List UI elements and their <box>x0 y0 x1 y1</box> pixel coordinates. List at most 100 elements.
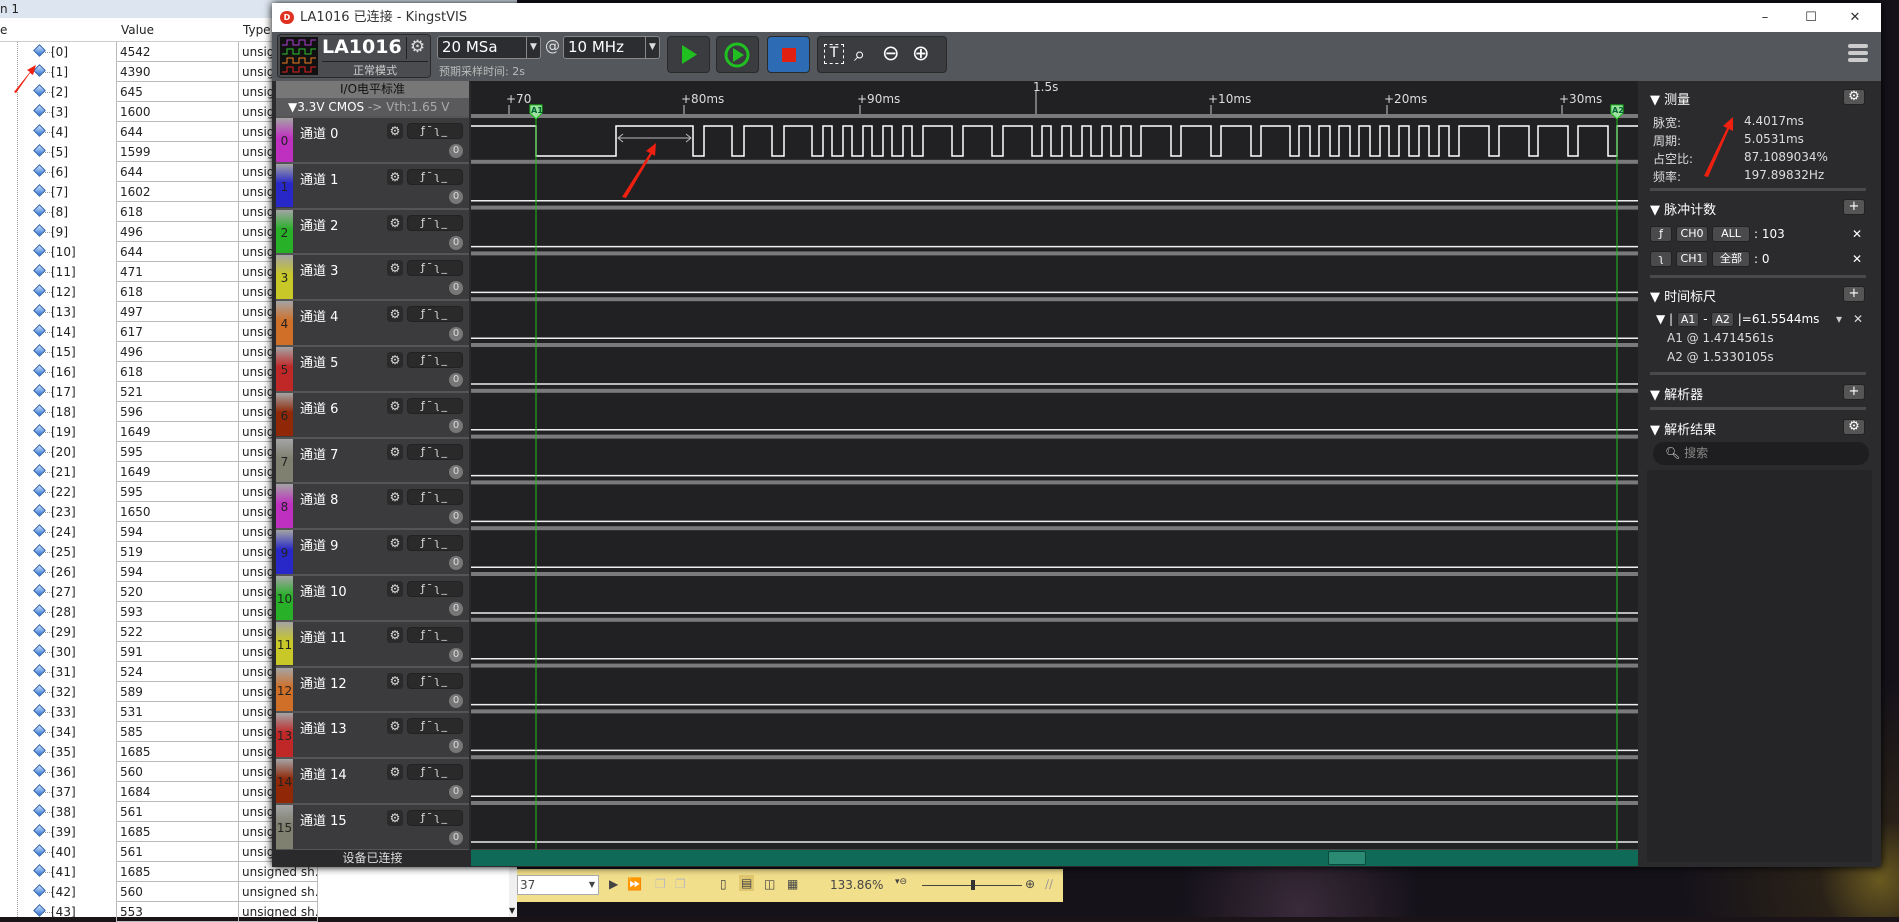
start-button[interactable] <box>667 36 710 73</box>
channel-settings-gear-icon[interactable]: ⚙ <box>387 443 403 460</box>
zoom-in-icon[interactable]: ⊕ <box>1025 877 1035 891</box>
trigger-selector[interactable]: ƒ¯ʅ_ <box>407 581 463 597</box>
zoom-dropdown-icon[interactable]: ▾⊖ <box>895 877 907 887</box>
channel-row[interactable]: 5 通道 5 ⚙ ƒ¯ʅ_ 0 <box>276 345 469 391</box>
channel-settings-gear-icon[interactable]: ⚙ <box>387 397 403 414</box>
scroll-down-arrow-icon[interactable]: ▼ <box>509 906 515 915</box>
trigger-selector[interactable]: ƒ¯ʅ_ <box>407 214 463 231</box>
hamburger-menu-button[interactable] <box>1848 44 1868 62</box>
page-input[interactable]: 37 ▼ <box>517 875 599 895</box>
channel-row[interactable]: 0 通道 0 ⚙ ƒ¯ʅ_ 0 <box>276 116 469 162</box>
trigger-selector[interactable]: ƒ¯ʅ_ <box>407 489 463 506</box>
channel-settings-gear-icon[interactable]: ⚙ <box>387 260 403 277</box>
rising-edge-icon[interactable]: ƒ <box>1650 226 1672 242</box>
add-time-ruler-button[interactable]: + <box>1843 286 1865 302</box>
trigger-selector[interactable]: ƒ¯ʅ_ <box>407 810 463 826</box>
channel-settings-gear-icon[interactable]: ⚙ <box>387 214 403 231</box>
stop-button[interactable] <box>767 36 810 73</box>
zoom-in-icon[interactable]: ⊕ <box>912 41 930 65</box>
paste-icon[interactable]: ❐ <box>675 877 686 891</box>
channel-name[interactable]: 通道 13 <box>300 718 347 737</box>
scrollbar-thumb[interactable] <box>1328 851 1366 865</box>
scope-select[interactable]: 全部 <box>1712 251 1750 267</box>
channel-row[interactable]: 12 通道 12 ⚙ ƒ¯ʅ_ 0 <box>276 665 469 712</box>
channel-row[interactable]: 13 通道 13 ⚙ ƒ¯ʅ_ 0 <box>276 711 469 757</box>
channel-row[interactable]: 4 通道 4 ⚙ ƒ¯ʅ_ 0 <box>276 299 469 345</box>
sample-rate-select[interactable]: 10 MHz ▼ <box>563 36 660 59</box>
channel-row[interactable]: 2 通道 2 ⚙ ƒ¯ʅ_ 0 <box>276 207 469 254</box>
channel-row[interactable]: 15 通道 15 ⚙ ƒ¯ʅ_ 0 <box>276 803 469 849</box>
io-standard-select[interactable]: ▼3.3V CMOS -> Vth:1.65 V <box>276 98 469 116</box>
trigger-selector[interactable]: ƒ¯ʅ_ <box>407 352 463 368</box>
continuous-page-icon[interactable]: ▤ <box>739 875 755 891</box>
channel-row[interactable]: 11 通道 11 ⚙ ƒ¯ʅ_ 0 <box>276 619 469 666</box>
channel-name[interactable]: 通道 12 <box>300 673 347 692</box>
search-input[interactable]: 🔍︎ 搜索 <box>1653 442 1869 465</box>
next-page-icon[interactable]: ▶ <box>609 877 618 891</box>
channel-name[interactable]: 通道 6 <box>300 398 338 417</box>
zoom-level[interactable]: 133.86% <box>830 878 883 892</box>
single-page-icon[interactable]: ▯ <box>720 877 727 891</box>
waveform-area[interactable]: +70 +80ms +90ms 1.5s +10ms +20ms +30ms A1 A2 <box>471 80 1638 866</box>
channel-settings-gear-icon[interactable]: ⚙ <box>387 123 403 139</box>
header-value[interactable]: Value <box>121 23 154 37</box>
channel-name[interactable]: 通道 0 <box>300 123 338 142</box>
resize-grip-icon[interactable]: ∕∕ <box>1045 877 1053 891</box>
channel-settings-gear-icon[interactable]: ⚙ <box>387 672 403 689</box>
channel-row[interactable]: 10 通道 10 ⚙ ƒ¯ʅ_ 0 <box>276 574 469 620</box>
close-button[interactable]: ✕ <box>1840 3 1870 32</box>
channel-name[interactable]: 通道 4 <box>300 306 338 325</box>
scope-select[interactable]: ALL <box>1712 226 1750 242</box>
trigger-selector[interactable]: ƒ¯ʅ_ <box>407 443 463 460</box>
falling-edge-icon[interactable]: ʅ <box>1650 251 1672 267</box>
mode-label[interactable]: 正常模式 <box>322 61 428 78</box>
channel-settings-gear-icon[interactable]: ⚙ <box>387 489 403 506</box>
copy-icon[interactable]: ❐ <box>655 877 666 891</box>
trigger-selector[interactable]: ƒ¯ʅ_ <box>407 260 463 277</box>
channel-name[interactable]: 通道 8 <box>300 489 338 508</box>
measure-settings-gear-icon[interactable]: ⚙ <box>1843 89 1865 105</box>
table-row[interactable]: [42] 560 unsigned sh... <box>0 882 517 902</box>
remove-icon[interactable]: ✕ <box>1852 252 1862 266</box>
channel-name[interactable]: 通道 3 <box>300 260 338 279</box>
channel-settings-gear-icon[interactable]: ⚙ <box>387 535 403 552</box>
channel-name[interactable]: 通道 14 <box>300 764 347 783</box>
decode-results-settings-gear-icon[interactable]: ⚙ <box>1843 419 1865 435</box>
remove-icon[interactable]: ✕ <box>1852 227 1862 241</box>
add-decoder-button[interactable]: + <box>1843 384 1865 400</box>
header-type[interactable]: Type <box>243 23 271 37</box>
add-pulse-count-button[interactable]: + <box>1843 199 1865 215</box>
channel-row[interactable]: 9 通道 9 ⚙ ƒ¯ʅ_ 0 <box>276 528 469 574</box>
trigger-selector[interactable]: ƒ¯ʅ_ <box>407 535 463 552</box>
two-page-icon[interactable]: ◫ <box>764 877 775 891</box>
device-settings-gear-icon[interactable]: ⚙ <box>406 37 428 59</box>
two-page-continuous-icon[interactable]: ▦ <box>787 877 798 891</box>
channel-row[interactable]: 6 通道 6 ⚙ ƒ¯ʅ_ 0 <box>276 390 469 437</box>
trigger-selector[interactable]: ƒ¯ʅ_ <box>407 397 463 414</box>
cursor-a1-tag[interactable]: A1 <box>1676 312 1700 327</box>
decoder-section-title[interactable]: ▼ 解析器 <box>1650 384 1703 403</box>
channel-settings-gear-icon[interactable]: ⚙ <box>387 718 403 735</box>
channel-name[interactable]: 通道 7 <box>300 444 338 463</box>
channel-name[interactable]: 通道 10 <box>300 581 347 600</box>
channel-row[interactable]: 1 通道 1 ⚙ ƒ¯ʅ_ 0 <box>276 161 469 208</box>
channel-settings-gear-icon[interactable]: ⚙ <box>387 168 403 185</box>
channel-row[interactable]: 7 通道 7 ⚙ ƒ¯ʅ_ 0 <box>276 436 469 483</box>
channel-select[interactable]: CH1 <box>1676 251 1708 267</box>
decode-results-section-title[interactable]: ▼ 解析结果 <box>1650 419 1716 438</box>
text-tool-icon[interactable]: T <box>824 44 844 64</box>
trigger-selector[interactable]: ƒ¯ʅ_ <box>407 306 463 323</box>
trigger-selector[interactable]: ƒ¯ʅ_ <box>407 168 463 185</box>
channel-name[interactable]: 通道 1 <box>300 169 338 188</box>
sample-depth-select[interactable]: 20 MSa ▼ <box>437 36 541 59</box>
trigger-selector[interactable]: ƒ¯ʅ_ <box>407 718 463 735</box>
channel-name[interactable]: 通道 11 <box>300 627 347 646</box>
channel-settings-gear-icon[interactable]: ⚙ <box>387 581 403 597</box>
zoom-out-icon[interactable]: ⊖ <box>882 41 900 65</box>
horizontal-scrollbar[interactable] <box>471 849 1638 866</box>
remove-ruler-icon[interactable]: ✕ <box>1853 312 1863 326</box>
zoom-fit-icon[interactable]: ⌕ <box>854 42 865 66</box>
measure-section-title[interactable]: ▼ 测量 <box>1650 89 1690 108</box>
channel-settings-gear-icon[interactable]: ⚙ <box>387 626 403 643</box>
header-name[interactable]: e <box>0 23 7 37</box>
